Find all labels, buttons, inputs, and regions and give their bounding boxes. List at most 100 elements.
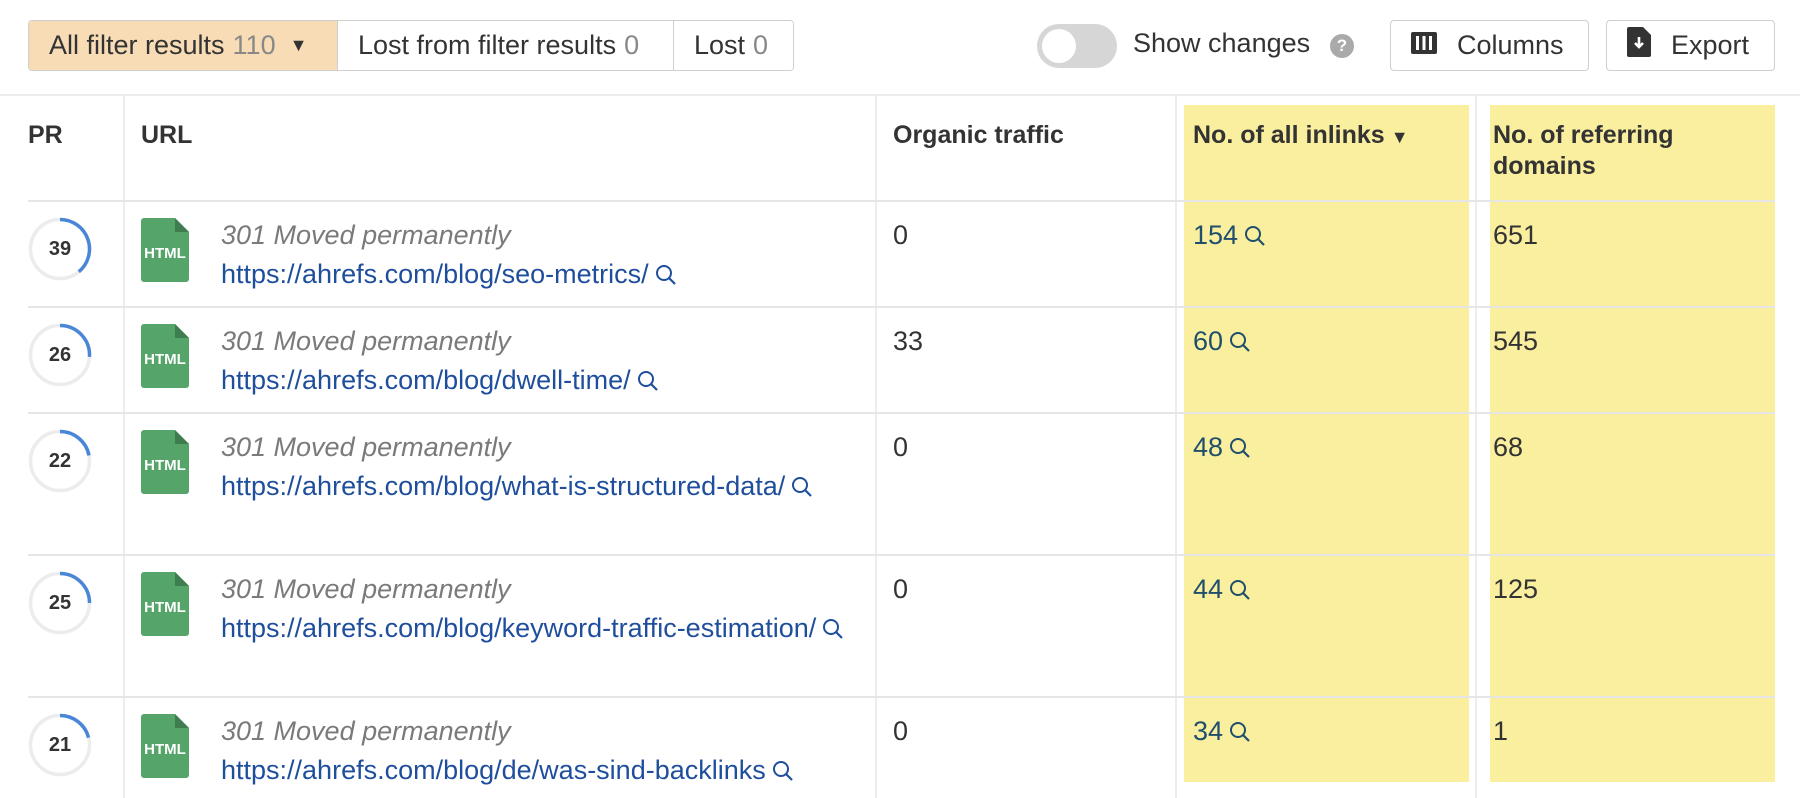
export-file-icon (1627, 27, 1651, 64)
http-status: 301 Moved permanently (221, 326, 511, 356)
sort-desc-icon: ▼ (1390, 127, 1409, 147)
url-text: https://ahrefs.com/blog/de/was-sind-back… (221, 755, 766, 785)
svg-text:HTML: HTML (144, 245, 186, 262)
inlinks-link[interactable]: 34 (1193, 716, 1251, 750)
url-text: https://ahrefs.com/blog/what-is-structur… (221, 471, 786, 501)
inlinks-value: 44 (1193, 574, 1224, 604)
header-organic-traffic[interactable]: Organic traffic (893, 120, 1064, 151)
url-link[interactable]: https://ahrefs.com/blog/seo-metrics/ (221, 256, 846, 295)
show-changes-label: Show changes (1133, 28, 1311, 58)
url-text: https://ahrefs.com/blog/dwell-time/ (221, 365, 631, 395)
referring-domains-value: 1 (1493, 716, 1509, 746)
tab-label: All filter results (49, 30, 225, 60)
url-text: https://ahrefs.com/blog/keyword-traffic-… (221, 613, 817, 643)
pr-value: 22 (48, 450, 72, 472)
tab-lost-from-filter-results[interactable]: Lost from filter results 0 (338, 21, 674, 70)
url-link[interactable]: https://ahrefs.com/blog/de/was-sind-back… (221, 752, 846, 791)
export-label: Export (1671, 30, 1750, 60)
pr-gauge: 25 (28, 571, 92, 635)
http-status: 301 Moved permanently (221, 432, 511, 462)
search-icon[interactable] (1229, 577, 1251, 608)
tab-all-filter-results[interactable]: All filter results 110 ▼ (29, 21, 338, 70)
inlinks-value: 60 (1193, 326, 1224, 356)
html-file-icon: HTML (141, 324, 189, 388)
url-link[interactable]: https://ahrefs.com/blog/dwell-time/ (221, 362, 846, 401)
tab-label: Lost from filter results (358, 30, 617, 60)
inlinks-link[interactable]: 48 (1193, 432, 1251, 466)
show-changes-toggle[interactable] (1037, 24, 1117, 68)
organic-traffic-value: 0 (893, 574, 909, 604)
html-file-icon: HTML (141, 430, 189, 494)
header-pr[interactable]: PR (28, 120, 63, 151)
referring-domains-value: 545 (1493, 326, 1539, 356)
search-icon[interactable] (655, 259, 677, 295)
columns-icon (1411, 30, 1437, 61)
organic-traffic-value: 0 (893, 716, 909, 746)
html-file-icon: HTML (141, 714, 189, 778)
organic-traffic-value: 0 (893, 432, 909, 462)
search-icon[interactable] (1244, 223, 1266, 254)
row-divider (28, 200, 1775, 202)
caret-down-icon: ▼ (289, 35, 308, 55)
columns-label: Columns (1457, 30, 1564, 60)
pr-gauge: 39 (28, 217, 92, 281)
url-link[interactable]: https://ahrefs.com/blog/keyword-traffic-… (221, 610, 846, 649)
tab-count: 110 (232, 30, 276, 60)
svg-text:HTML: HTML (144, 351, 186, 368)
filter-tabs: All filter results 110 ▼ Lost from filte… (28, 20, 794, 71)
svg-text:HTML: HTML (144, 741, 186, 758)
pr-value: 21 (48, 734, 72, 756)
row-divider (28, 412, 1775, 414)
row-divider (28, 696, 1775, 698)
inlinks-link[interactable]: 44 (1193, 574, 1251, 608)
search-icon[interactable] (1229, 329, 1251, 360)
inlinks-value: 154 (1193, 220, 1239, 250)
http-status: 301 Moved permanently (221, 220, 511, 250)
svg-text:HTML: HTML (144, 599, 186, 616)
pr-gauge: 22 (28, 429, 92, 493)
inlinks-value: 48 (1193, 432, 1224, 462)
row-divider (28, 306, 1775, 308)
toggle-knob (1042, 29, 1076, 63)
tab-count: 0 (753, 30, 769, 60)
search-icon[interactable] (1229, 719, 1251, 750)
search-icon[interactable] (637, 365, 659, 401)
http-status: 301 Moved permanently (221, 574, 511, 604)
help-icon[interactable]: ? (1330, 34, 1354, 58)
search-icon[interactable] (791, 471, 813, 507)
header-url[interactable]: URL (141, 120, 192, 151)
pr-value: 26 (48, 344, 72, 366)
url-text: https://ahrefs.com/blog/seo-metrics/ (221, 259, 649, 289)
header-inlinks-label: No. of all inlinks (1193, 121, 1385, 149)
inlinks-value: 34 (1193, 716, 1224, 746)
search-icon[interactable] (772, 755, 794, 791)
organic-traffic-value: 0 (893, 220, 909, 250)
svg-text:HTML: HTML (144, 457, 186, 474)
pr-value: 39 (48, 238, 72, 260)
http-status: 301 Moved permanently (221, 716, 511, 746)
pr-gauge: 21 (28, 713, 92, 777)
inlinks-link[interactable]: 60 (1193, 326, 1251, 360)
columns-button[interactable]: Columns (1390, 20, 1589, 71)
html-file-icon: HTML (141, 218, 189, 282)
organic-traffic-value: 33 (893, 326, 924, 356)
referring-domains-column-highlight (1490, 105, 1775, 782)
header-inlinks[interactable]: No. of all inlinks ▼ (1193, 120, 1409, 153)
inlinks-link[interactable]: 154 (1193, 220, 1266, 254)
row-divider (28, 554, 1775, 556)
export-button[interactable]: Export (1606, 20, 1775, 71)
header-referring-domains[interactable]: No. of referring domains (1493, 120, 1753, 182)
table-top-border (0, 94, 1800, 96)
referring-domains-value: 651 (1493, 220, 1539, 250)
search-icon[interactable] (1229, 435, 1251, 466)
tab-lost[interactable]: Lost 0 (674, 21, 793, 70)
url-link[interactable]: https://ahrefs.com/blog/what-is-structur… (221, 468, 846, 507)
search-icon[interactable] (822, 613, 844, 649)
referring-domains-value: 68 (1493, 432, 1524, 462)
html-file-icon: HTML (141, 572, 189, 636)
tab-count: 0 (624, 30, 640, 60)
pr-value: 25 (48, 592, 72, 614)
referring-domains-value: 125 (1493, 574, 1539, 604)
tab-label: Lost (694, 30, 746, 60)
pr-gauge: 26 (28, 323, 92, 387)
